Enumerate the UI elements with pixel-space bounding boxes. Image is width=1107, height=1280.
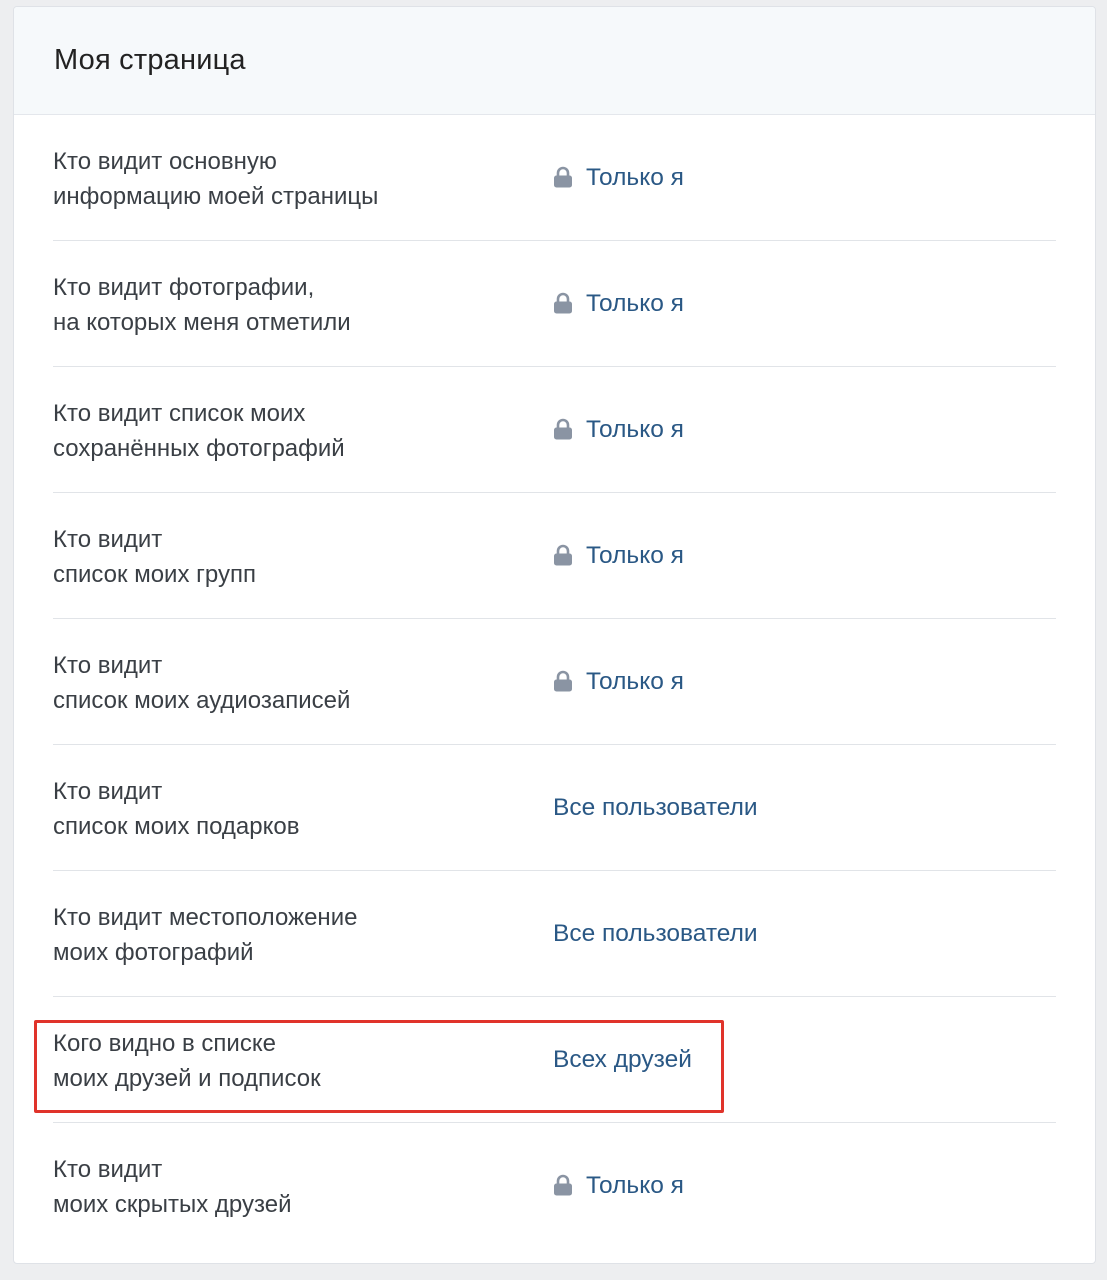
lock-icon (553, 292, 573, 314)
setting-label: Кто видит фотографии, на которых меня от… (53, 273, 351, 336)
lock-icon (553, 670, 573, 692)
setting-row: Кто видит список моих сохранённых фотогр… (53, 367, 1056, 493)
setting-row: Кто видит список моих аудиозаписей Только… (53, 619, 1056, 745)
page-title: Моя страница (54, 44, 246, 76)
panel-header: Моя страница (14, 7, 1095, 115)
privacy-value-dropdown[interactable]: Только я (553, 542, 684, 570)
setting-row: Кто видит список моих групп Только я (53, 493, 1056, 619)
privacy-settings-panel: Моя страница Кто видит основную информац… (13, 6, 1096, 1264)
privacy-value-dropdown[interactable]: Все пользователи (553, 794, 758, 822)
privacy-value-dropdown[interactable]: Только я (553, 416, 684, 444)
setting-label: Кто видит моих скрытых друзей (53, 1156, 292, 1218)
privacy-value-text: Все пользователи (553, 793, 758, 821)
privacy-value-dropdown[interactable]: Только я (553, 1172, 684, 1200)
privacy-value-text: Все пользователи (553, 919, 758, 947)
privacy-value-text: Только я (586, 541, 684, 569)
setting-row: Кто видит список моих подарков Все пользо… (53, 745, 1056, 871)
privacy-value-dropdown[interactable]: Только я (553, 290, 684, 318)
privacy-value-dropdown[interactable]: Все пользователи (553, 920, 758, 948)
setting-label: Кого видно в списке моих друзей и подпис… (53, 1029, 321, 1092)
privacy-value-text: Только я (586, 163, 684, 191)
privacy-value-text: Только я (586, 415, 684, 443)
setting-row: Кого видно в списке моих друзей и подпис… (53, 997, 1056, 1123)
privacy-value-text: Только я (586, 1172, 684, 1199)
setting-label: Кто видит основную информацию моей стран… (53, 147, 379, 210)
lock-icon (553, 166, 573, 188)
setting-label: Кто видит список моих аудиозаписей (53, 651, 351, 714)
setting-row: Кто видит местоположение моих фотографий… (53, 871, 1056, 997)
setting-row: Кто видит основную информацию моей стран… (53, 115, 1056, 241)
setting-row: Кто видит фотографии, на которых меня от… (53, 241, 1056, 367)
lock-icon (553, 1174, 573, 1196)
setting-label: Кто видит список моих подарков (53, 777, 300, 840)
settings-list: Кто видит основную информацию моей стран… (14, 115, 1095, 1249)
setting-label: Кто видит список моих групп (53, 525, 256, 588)
privacy-value-dropdown[interactable]: Всех друзей (553, 1046, 692, 1074)
privacy-value-text: Только я (586, 667, 684, 695)
setting-label: Кто видит список моих сохранённых фотогр… (53, 399, 345, 462)
privacy-value-dropdown[interactable]: Только я (553, 668, 684, 696)
privacy-value-text: Только я (586, 289, 684, 317)
setting-row: Кто видит моих скрытых друзей Только я (53, 1123, 1056, 1249)
lock-icon (553, 544, 573, 566)
lock-icon (553, 418, 573, 440)
setting-label: Кто видит местоположение моих фотографий (53, 903, 358, 966)
privacy-value-text: Всех друзей (553, 1045, 692, 1073)
privacy-value-dropdown[interactable]: Только я (553, 164, 684, 192)
